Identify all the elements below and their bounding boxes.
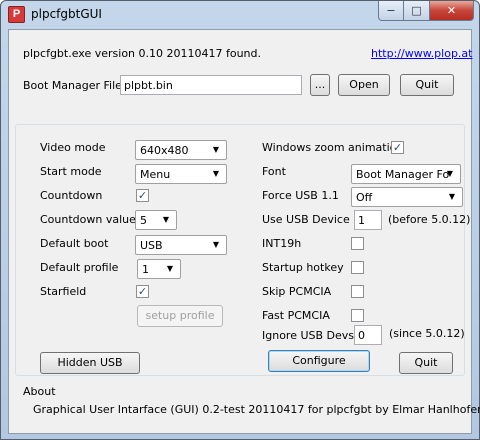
quit-top-button[interactable]: Quit <box>400 74 454 96</box>
about-text: Graphical User Intarface (GUI) 0.2-test … <box>33 403 480 416</box>
default-profile-select[interactable]: 1 ▼ <box>137 259 181 279</box>
start-mode-select[interactable]: Menu ▼ <box>135 164 227 184</box>
video-mode-label: Video mode <box>40 141 106 154</box>
starfield-checkbox[interactable]: ✓ <box>136 285 149 298</box>
force-usb-label: Force USB 1.1 <box>262 189 339 202</box>
close-button[interactable]: ✕ <box>430 1 474 21</box>
boot-manager-file-label: Boot Manager File <box>23 79 122 92</box>
boot-manager-file-field[interactable] <box>120 75 302 95</box>
use-usb-device-note: (before 5.0.12) <box>388 213 471 226</box>
about-label: About <box>23 385 56 398</box>
startup-hotkey-label: Startup hotkey <box>262 261 344 274</box>
int19h-checkbox[interactable] <box>351 237 364 250</box>
startup-hotkey-checkbox[interactable] <box>351 261 364 274</box>
chevron-down-icon: ▼ <box>212 145 220 154</box>
skip-pcmcia-checkbox[interactable] <box>351 285 364 298</box>
windows-zoom-animation-checkbox[interactable]: ✓ <box>391 141 404 154</box>
ignore-usb-devs-note: (since 5.0.12) <box>389 327 465 340</box>
countdown-value-value: 5 <box>140 214 147 227</box>
default-boot-select[interactable]: USB ▼ <box>135 235 227 255</box>
default-profile-value: 1 <box>142 263 149 276</box>
default-boot-label: Default boot <box>40 237 109 250</box>
client-area: plpcfgbt.exe version 0.10 20110417 found… <box>8 29 480 434</box>
font-value: Boot Manager Fo <box>356 168 450 181</box>
font-select[interactable]: Boot Manager Fo ▼ <box>351 164 461 184</box>
maximize-button[interactable]: □ <box>404 1 430 21</box>
font-label: Font <box>262 165 286 178</box>
force-usb-select[interactable]: Off ▼ <box>351 187 463 207</box>
countdown-label: Countdown <box>40 189 103 202</box>
countdown-value-label: Countdown value <box>40 213 136 226</box>
minimize-button[interactable]: − <box>378 1 404 21</box>
window-controls: − □ ✕ <box>378 1 474 21</box>
windows-zoom-animation-label: Windows zoom animation <box>262 141 404 154</box>
ignore-usb-devs-field[interactable] <box>354 325 382 345</box>
browse-button[interactable]: ... <box>310 74 330 96</box>
setup-profile-button[interactable]: setup profile <box>137 305 223 327</box>
app-window: P plpcfgbtGUI − □ ✕ plpcfgbt.exe version… <box>0 0 480 440</box>
video-mode-value: 640x480 <box>140 144 189 157</box>
fast-pcmcia-label: Fast PCMCIA <box>262 309 330 322</box>
quit-button[interactable]: Quit <box>399 352 453 374</box>
force-usb-value: Off <box>356 191 373 204</box>
boot-manager-file-input[interactable] <box>121 76 301 94</box>
chevron-down-icon: ▼ <box>212 169 220 178</box>
app-icon: P <box>8 6 25 23</box>
default-boot-value: USB <box>140 239 163 252</box>
chevron-down-icon: ▼ <box>448 192 456 201</box>
ignore-usb-devs-input[interactable] <box>355 326 381 344</box>
found-status-text: plpcfgbt.exe version 0.10 20110417 found… <box>23 47 262 60</box>
starfield-label: Starfield <box>40 285 87 298</box>
countdown-checkbox[interactable]: ✓ <box>136 189 149 202</box>
open-button[interactable]: Open <box>338 74 390 96</box>
configure-button[interactable]: Configure <box>268 350 370 372</box>
window-title: plpcfgbtGUI <box>31 7 102 21</box>
chevron-down-icon: ▼ <box>162 215 170 224</box>
default-profile-label: Default profile <box>40 261 119 274</box>
hidden-usb-button[interactable]: Hidden USB <box>40 352 140 374</box>
countdown-value-select[interactable]: 5 ▼ <box>135 210 177 230</box>
start-mode-label: Start mode <box>40 165 102 178</box>
maximize-icon: □ <box>411 4 422 17</box>
start-mode-value: Menu <box>140 168 171 181</box>
chevron-down-icon: ▼ <box>166 264 174 273</box>
plop-website-link[interactable]: http://www.plop.at <box>371 47 472 60</box>
skip-pcmcia-label: Skip PCMCIA <box>262 285 332 298</box>
video-mode-select[interactable]: 640x480 ▼ <box>135 140 227 160</box>
use-usb-device-input[interactable] <box>355 211 381 229</box>
chevron-down-icon: ▼ <box>446 169 454 178</box>
ignore-usb-devs-label: Ignore USB Devs <box>262 329 355 342</box>
use-usb-device-label: Use USB Device <box>262 213 350 226</box>
title-bar[interactable]: P plpcfgbtGUI − □ ✕ <box>1 1 479 29</box>
fast-pcmcia-checkbox[interactable] <box>351 309 364 322</box>
chevron-down-icon: ▼ <box>212 240 220 249</box>
close-icon: ✕ <box>446 4 457 17</box>
use-usb-device-field[interactable] <box>354 210 382 230</box>
minimize-icon: − <box>386 4 396 17</box>
int19h-label: INT19h <box>262 237 302 250</box>
